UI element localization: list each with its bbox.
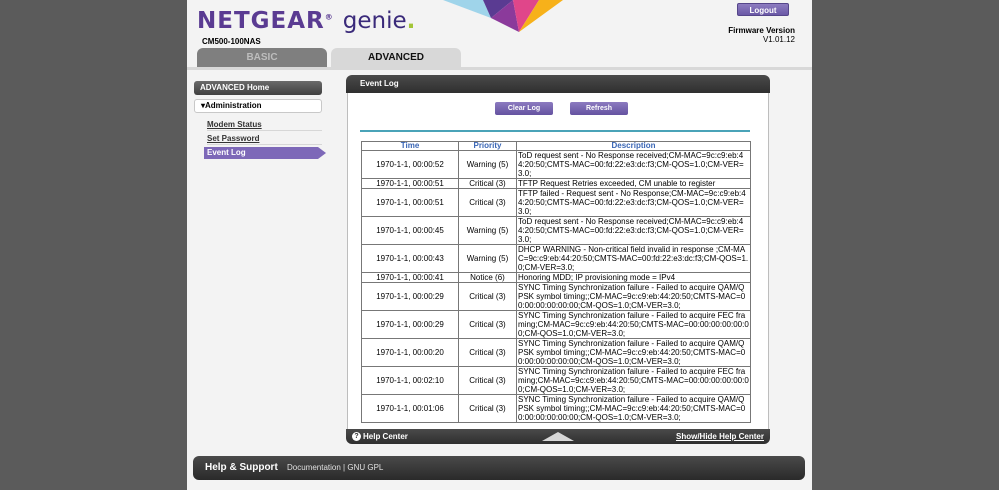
tab-basic[interactable]: BASIC [197,48,327,68]
cell-description: SYNC Timing Synchronization failure - Fa… [516,366,751,395]
table-row: 1970-1-1, 00:00:51 Critical (3) TFTP Reque… [361,178,751,189]
cell-time: 1970-1-1, 00:00:20 [361,338,459,367]
brand-name: NETGEAR [197,8,325,34]
netgear-genie-logo: NETGEAR® genie. [197,8,417,34]
cell-priority: Critical (3) [458,188,517,217]
table-row: 1970-1-1, 00:00:20 Critical (3) SYNC Timin… [361,338,751,367]
table-row: 1970-1-1, 00:00:51 Critical (3) TFTP faile… [361,188,751,217]
documentation-link[interactable]: Documentation [287,463,341,472]
event-log-rows: 1970-1-1, 00:00:52 Warning (5) ToD request… [361,150,751,423]
sidebar-item-modem-status[interactable]: Modem Status [207,119,322,131]
cell-priority: Warning (5) [458,216,517,245]
cell-description: SYNC Timing Synchronization failure - Fa… [516,394,751,423]
firmware-label: Firmware Version [728,26,795,35]
model-number: CM500-100NAS [202,37,261,46]
column-header-priority: Priority [458,141,517,151]
table-row: 1970-1-1, 00:01:06 Critical (3) SYNC Timin… [361,394,751,423]
divider [360,130,750,132]
cell-time: 1970-1-1, 00:00:29 [361,310,459,339]
tab-underline [187,67,812,70]
cell-priority: Critical (3) [458,366,517,395]
cell-priority: Warning (5) [458,244,517,273]
clear-log-button[interactable]: Clear Log [495,102,553,115]
cell-description: SYNC Timing Synchronization failure - Fa… [516,282,751,311]
gnu-gpl-link[interactable]: GNU GPL [347,463,383,472]
cell-description: DHCP WARNING - Non-critical field invali… [516,244,751,273]
table-row: 1970-1-1, 00:00:43 Warning (5) DHCP WARNIN… [361,244,751,273]
cell-time: 1970-1-1, 00:00:51 [361,188,459,217]
cell-time: 1970-1-1, 00:00:43 [361,244,459,273]
cell-time: 1970-1-1, 00:00:51 [361,178,459,189]
show-hide-help-link[interactable]: Show/Hide Help Center [676,429,764,444]
cell-time: 1970-1-1, 00:02:10 [361,366,459,395]
cell-time: 1970-1-1, 00:01:06 [361,394,459,423]
support-links: Documentation | GNU GPL [287,456,383,480]
cell-priority: Critical (3) [458,178,517,189]
cell-time: 1970-1-1, 00:00:45 [361,216,459,245]
cell-description: SYNC Timing Synchronization failure - Fa… [516,338,751,367]
sidebar-item-advanced-home[interactable]: ADVANCED Home [194,81,322,95]
help-support-bar: Help & Support Documentation | GNU GPL [193,456,805,480]
cell-description: ToD request sent - No Response received;… [516,216,751,245]
panel-title: Event Log [346,75,770,93]
event-log-table: Time Priority Description 1970-1-1, 00:0… [361,141,751,423]
cell-time: 1970-1-1, 00:00:52 [361,150,459,179]
sidebar-section-label: Administration [205,101,262,110]
cell-description: ToD request sent - No Response received;… [516,150,751,179]
sidebar-item-set-password[interactable]: Set Password [207,133,322,145]
table-row: 1970-1-1, 00:00:41 Notice (6) Honoring MDD… [361,272,751,283]
help-center-label: Help Center [363,432,408,441]
column-header-time: Time [361,141,459,151]
cell-time: 1970-1-1, 00:00:29 [361,282,459,311]
router-admin-page: NETGEAR® genie. CM500-100NAS Logout Firm… [187,0,812,490]
table-row: 1970-1-1, 00:00:29 Critical (3) SYNC Timin… [361,282,751,311]
brand-graphic [443,0,563,32]
cell-priority: Critical (3) [458,310,517,339]
cell-time: 1970-1-1, 00:00:41 [361,272,459,283]
cell-priority: Warning (5) [458,150,517,179]
link-separator: | [343,463,346,472]
cell-priority: Critical (3) [458,282,517,311]
help-center-bar: ? Help Center Show/Hide Help Center [346,429,770,444]
cell-priority: Critical (3) [458,338,517,367]
refresh-button[interactable]: Refresh [570,102,628,115]
table-row: 1970-1-1, 00:00:52 Warning (5) ToD request… [361,150,751,179]
table-row: 1970-1-1, 00:00:45 Warning (5) ToD request… [361,216,751,245]
sidebar-item-event-log[interactable]: Event Log [204,147,318,159]
help-icon: ? [352,432,361,441]
cell-description: Honoring MDD; IP provisioning mode = IPv… [516,272,751,283]
logout-button[interactable]: Logout [737,3,789,16]
cell-priority: Notice (6) [458,272,517,283]
cell-description: TFTP Request Retries exceeded, CM unable… [516,178,751,189]
active-item-pointer [318,147,326,159]
brand-suffix: genie [342,8,407,34]
help-support-title: Help & Support [205,462,278,473]
tab-advanced[interactable]: ADVANCED [331,48,461,68]
cell-description: SYNC Timing Synchronization failure - Fa… [516,310,751,339]
table-row: 1970-1-1, 00:00:29 Critical (3) SYNC Timin… [361,310,751,339]
expand-arrow-icon[interactable] [542,432,574,441]
table-row: 1970-1-1, 00:02:10 Critical (3) SYNC Timin… [361,366,751,395]
column-header-description: Description [516,141,751,151]
firmware-version: V1.01.12 [762,35,795,44]
table-header-row: Time Priority Description [361,141,751,151]
sidebar-section-administration[interactable]: ▾Administration [194,99,322,113]
cell-priority: Critical (3) [458,394,517,423]
cell-description: TFTP failed - Request sent - No Response… [516,188,751,217]
